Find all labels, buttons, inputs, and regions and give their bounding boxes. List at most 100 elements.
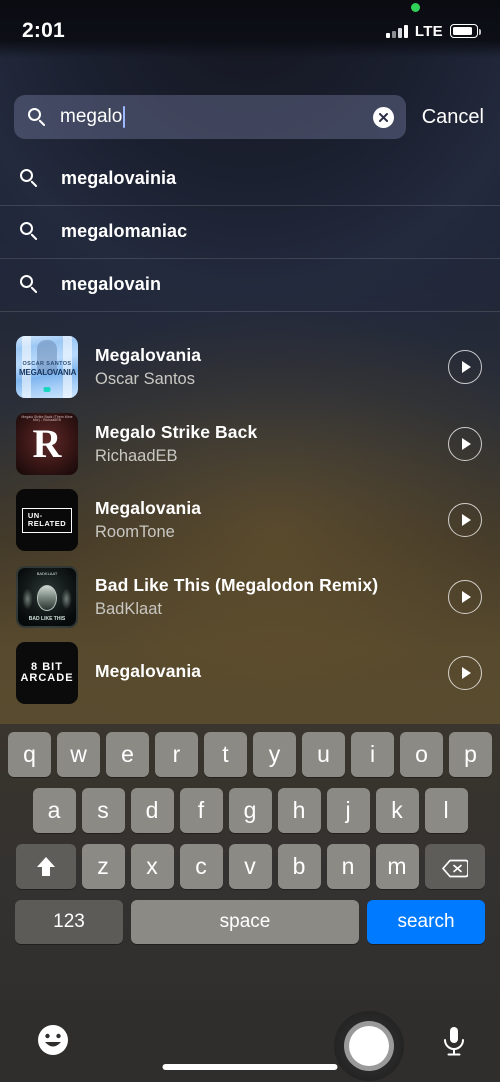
status-bar: 2:01 LTE	[0, 0, 500, 58]
key-q[interactable]: q	[8, 732, 51, 777]
key-j[interactable]: j	[326, 788, 370, 833]
key-v[interactable]: v	[228, 844, 272, 889]
keyboard-bottom-bar	[0, 1001, 500, 1082]
search-return-key[interactable]: search	[367, 900, 485, 944]
album-art: BADKLAAT BAD LIKE THIS	[16, 565, 78, 628]
key-l[interactable]: l	[424, 788, 468, 833]
key-k[interactable]: k	[375, 788, 419, 833]
keyboard-row-2: a s d f g h j k l	[0, 788, 500, 833]
key-z[interactable]: z	[81, 844, 125, 889]
result-meta: Megalovania RoomTone	[95, 498, 431, 542]
key-e[interactable]: e	[106, 732, 149, 777]
suggestion-item[interactable]: megalovain	[0, 258, 500, 311]
result-title: Megalo Strike Back	[95, 421, 258, 442]
key-m[interactable]: m	[375, 844, 419, 889]
result-title: Megalovania	[95, 345, 202, 366]
play-circle-icon[interactable]	[448, 426, 482, 461]
assistive-touch-button[interactable]	[334, 1011, 404, 1081]
album-art-bottom-caption: BAD LIKE THIS	[28, 615, 66, 622]
clear-search-button[interactable]	[372, 106, 394, 128]
play-circle-icon[interactable]	[448, 656, 482, 691]
key-b[interactable]: b	[277, 844, 321, 889]
search-suggestions-list: megalovainia megalomaniac megalovain	[0, 152, 500, 312]
result-title: Megalovania	[95, 498, 202, 519]
result-meta: Megalovania	[95, 661, 431, 686]
album-art-caption: Megalo Strike Back (Them Mine Mix) - Ric…	[21, 414, 73, 423]
suggestion-label: megalovain	[61, 274, 162, 294]
status-clock: 2:01	[22, 19, 65, 42]
result-artist: RichaadEB	[95, 446, 178, 465]
suggestion-label: megalovainia	[61, 168, 177, 188]
result-row[interactable]: Megalo Strike Back (Them Mine Mix) - Ric…	[0, 406, 500, 483]
album-art: UN- RELATED	[16, 489, 78, 552]
album-art-line2: MEGALOVANIA	[19, 368, 77, 378]
search-input[interactable]: megalo	[14, 95, 406, 139]
cancel-button[interactable]: Cancel	[420, 104, 486, 131]
key-c[interactable]: c	[179, 844, 223, 889]
album-art: Megalo Strike Back (Them Mine Mix) - Ric…	[16, 412, 78, 475]
key-w[interactable]: w	[57, 732, 100, 777]
search-results-list: OSCAR SANTOS MEGALOVANIA Megalovania Osc…	[0, 329, 500, 712]
shift-key[interactable]	[15, 844, 76, 889]
album-art-line2: ARCADE	[20, 672, 74, 685]
search-input-value: megalo	[60, 106, 126, 128]
result-row[interactable]: 8 BIT ARCADE Megalovania	[0, 635, 500, 712]
key-f[interactable]: f	[179, 788, 223, 833]
play-circle-icon[interactable]	[448, 579, 482, 614]
microphone-icon[interactable]	[440, 1025, 468, 1064]
search-query-text: megalo	[60, 106, 123, 127]
result-title: Bad Like This (Megalodon Remix)	[95, 574, 379, 595]
privacy-recording-dot	[411, 2, 420, 12]
key-n[interactable]: n	[326, 844, 370, 889]
key-y[interactable]: y	[253, 732, 296, 777]
key-u[interactable]: u	[302, 732, 345, 777]
result-artist: BadKlaat	[95, 599, 162, 618]
result-artist: Oscar Santos	[95, 370, 195, 389]
network-type-label: LTE	[414, 22, 443, 40]
result-row[interactable]: BADKLAAT BAD LIKE THIS Bad Like This (Me…	[0, 559, 500, 636]
result-row[interactable]: UN- RELATED Megalovania RoomTone	[0, 482, 500, 559]
key-g[interactable]: g	[228, 788, 272, 833]
suggestion-label: megalomaniac	[61, 221, 188, 241]
keyboard-row-1: q w e r t y u i o p	[0, 732, 500, 777]
suggestion-item[interactable]: megalovainia	[0, 152, 500, 205]
key-t[interactable]: t	[204, 732, 247, 777]
search-bar: megalo Cancel	[0, 93, 500, 141]
play-circle-icon[interactable]	[448, 350, 482, 385]
result-artist: RoomTone	[95, 523, 175, 542]
cellular-bars-icon	[385, 24, 408, 38]
emoji-icon[interactable]	[36, 1023, 70, 1062]
key-r[interactable]: r	[155, 732, 198, 777]
key-s[interactable]: s	[81, 788, 125, 833]
key-i[interactable]: i	[351, 732, 394, 777]
result-meta: Bad Like This (Megalodon Remix) BadKlaat	[95, 575, 431, 619]
key-o[interactable]: o	[400, 732, 443, 777]
result-row[interactable]: OSCAR SANTOS MEGALOVANIA Megalovania Osc…	[0, 329, 500, 406]
album-art-monogram: R	[32, 420, 62, 466]
backspace-key[interactable]	[424, 844, 485, 889]
album-art-line2: RELATED	[27, 519, 67, 529]
search-icon	[20, 275, 39, 294]
key-x[interactable]: x	[130, 844, 174, 889]
assistive-touch-core	[349, 1026, 389, 1066]
shift-icon	[35, 856, 57, 878]
suggestion-item[interactable]: megalomaniac	[0, 205, 500, 258]
search-icon	[20, 169, 39, 188]
key-h[interactable]: h	[277, 788, 321, 833]
play-circle-icon[interactable]	[448, 503, 482, 538]
album-art: OSCAR SANTOS MEGALOVANIA	[16, 336, 78, 399]
album-art-line1: OSCAR SANTOS	[22, 361, 72, 368]
result-meta: Megalovania Oscar Santos	[95, 345, 431, 389]
result-meta: Megalo Strike Back RichaadEB	[95, 422, 431, 466]
key-p[interactable]: p	[449, 732, 492, 777]
assistive-touch-ring	[344, 1021, 394, 1071]
space-key[interactable]: space	[131, 900, 359, 944]
key-a[interactable]: a	[32, 788, 76, 833]
numbers-key[interactable]: 123	[15, 900, 123, 944]
keyboard-row-4: 123 space search	[0, 900, 500, 944]
on-screen-keyboard: q w e r t y u i o p a s d f g h j k l z …	[0, 724, 500, 1001]
home-indicator	[162, 1064, 338, 1070]
key-d[interactable]: d	[130, 788, 174, 833]
album-art: 8 BIT ARCADE	[16, 642, 78, 705]
search-icon	[20, 222, 39, 241]
